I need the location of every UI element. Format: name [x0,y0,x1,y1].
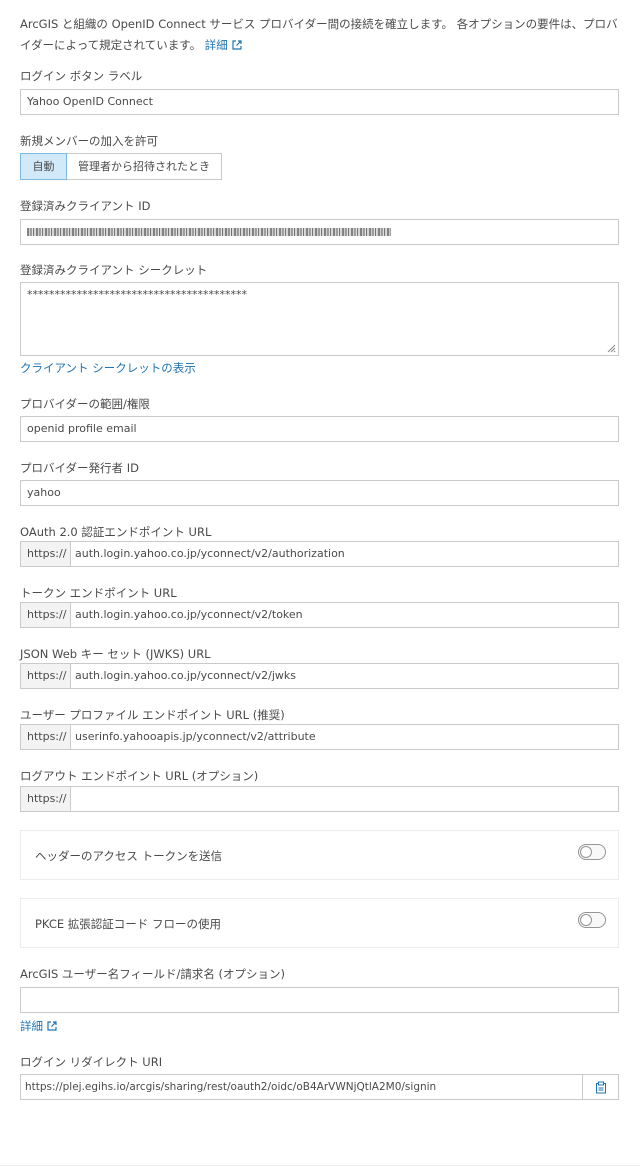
redacted-client-id [27,228,391,236]
issuer-heading: プロバイダー発行者 ID [20,461,139,475]
token-url-heading: トークン エンドポイント URL [20,586,177,600]
username-claim-heading: ArcGIS ユーザー名フィールド/請求名 (オプション) [20,967,285,981]
redirect-uri-heading: ログイン リダイレクト URI [20,1055,163,1069]
new-members-heading: 新規メンバーの加入を許可 [20,134,158,148]
pkce-label: PKCE 拡張認証コード フローの使用 [35,917,221,931]
toggle-knob [580,914,592,926]
login-button-label-heading: ログイン ボタン ラベル [20,69,143,83]
userinfo-url-field: https:// userinfo.yahooapis.jp/yconnect/… [20,724,619,750]
redirect-uri-input[interactable]: https://plej.egihs.io/arcgis/sharing/res… [20,1074,583,1100]
client-id-heading: 登録済みクライアント ID [20,199,151,213]
jwks-url-heading: JSON Web キー セット (JWKS) URL [20,647,211,661]
client-secret-heading: 登録済みクライアント シークレット [20,263,208,277]
segment-automatic[interactable]: 自動 [20,153,67,180]
segment-invited-by-admin[interactable]: 管理者から招待されたとき [67,153,222,180]
logout-url-prefix: https:// [20,786,71,812]
redirect-uri-field: https://plej.egihs.io/arcgis/sharing/res… [20,1074,619,1100]
client-id-input[interactable] [20,219,619,245]
send-token-header-toggle[interactable] [578,844,606,860]
oauth-url-input[interactable]: auth.login.yahoo.co.jp/yconnect/v2/autho… [71,541,619,567]
username-claim-details-link[interactable]: 詳細 [20,1018,57,1034]
new-members-segmented-control: 自動 管理者から招待されたとき [20,153,222,180]
logout-url-input[interactable] [71,786,619,812]
send-token-header-label: ヘッダーのアクセス トークンを送信 [35,849,223,863]
token-url-field: https:// auth.login.yahoo.co.jp/yconnect… [20,602,619,628]
client-secret-textarea[interactable]: **************************************** [20,282,619,356]
pkce-card: PKCE 拡張認証コード フローの使用 [20,898,619,948]
jwks-url-field: https:// auth.login.yahoo.co.jp/yconnect… [20,663,619,689]
toggle-knob [580,846,592,858]
jwks-url-input[interactable]: auth.login.yahoo.co.jp/yconnect/v2/jwks [71,663,619,689]
intro-details-label: 詳細 [204,38,228,52]
copy-redirect-uri-button[interactable] [583,1074,619,1100]
resize-handle-icon[interactable] [607,344,616,353]
jwks-url-prefix: https:// [20,663,71,689]
scope-heading: プロバイダーの範囲/権限 [20,397,150,411]
intro-paragraph: ArcGIS と組織の OpenID Connect サービス プロバイダー間の… [20,14,620,56]
oauth-url-heading: OAuth 2.0 認証エンドポイント URL [20,525,212,539]
bottom-divider [0,1165,640,1166]
username-claim-details-label: 詳細 [20,1019,43,1033]
userinfo-url-input[interactable]: userinfo.yahooapis.jp/yconnect/v2/attrib… [71,724,619,750]
send-token-header-card: ヘッダーのアクセス トークンを送信 [20,830,619,880]
token-url-prefix: https:// [20,602,71,628]
external-link-icon [232,40,242,50]
intro-details-link[interactable]: 詳細 [205,38,242,52]
client-secret-value: **************************************** [27,288,247,301]
show-client-secret-link[interactable]: クライアント シークレットの表示 [20,360,196,376]
intro-text: ArcGIS と組織の OpenID Connect サービス プロバイダー間の… [20,17,618,52]
oauth-url-prefix: https:// [20,541,71,567]
scope-input[interactable]: openid profile email [20,416,619,442]
issuer-input[interactable]: yahoo [20,480,619,506]
copy-icon [595,1081,606,1093]
userinfo-url-heading: ユーザー プロファイル エンドポイント URL (推奨) [20,708,285,722]
logout-url-field: https:// [20,786,619,812]
logout-url-heading: ログアウト エンドポイント URL (オプション) [20,769,259,783]
token-url-input[interactable]: auth.login.yahoo.co.jp/yconnect/v2/token [71,602,619,628]
username-claim-input[interactable] [20,987,619,1013]
pkce-toggle[interactable] [578,912,606,928]
external-link-icon [47,1021,57,1031]
login-button-label-input[interactable]: Yahoo OpenID Connect [20,89,619,115]
userinfo-url-prefix: https:// [20,724,71,750]
oauth-url-field: https:// auth.login.yahoo.co.jp/yconnect… [20,541,619,567]
